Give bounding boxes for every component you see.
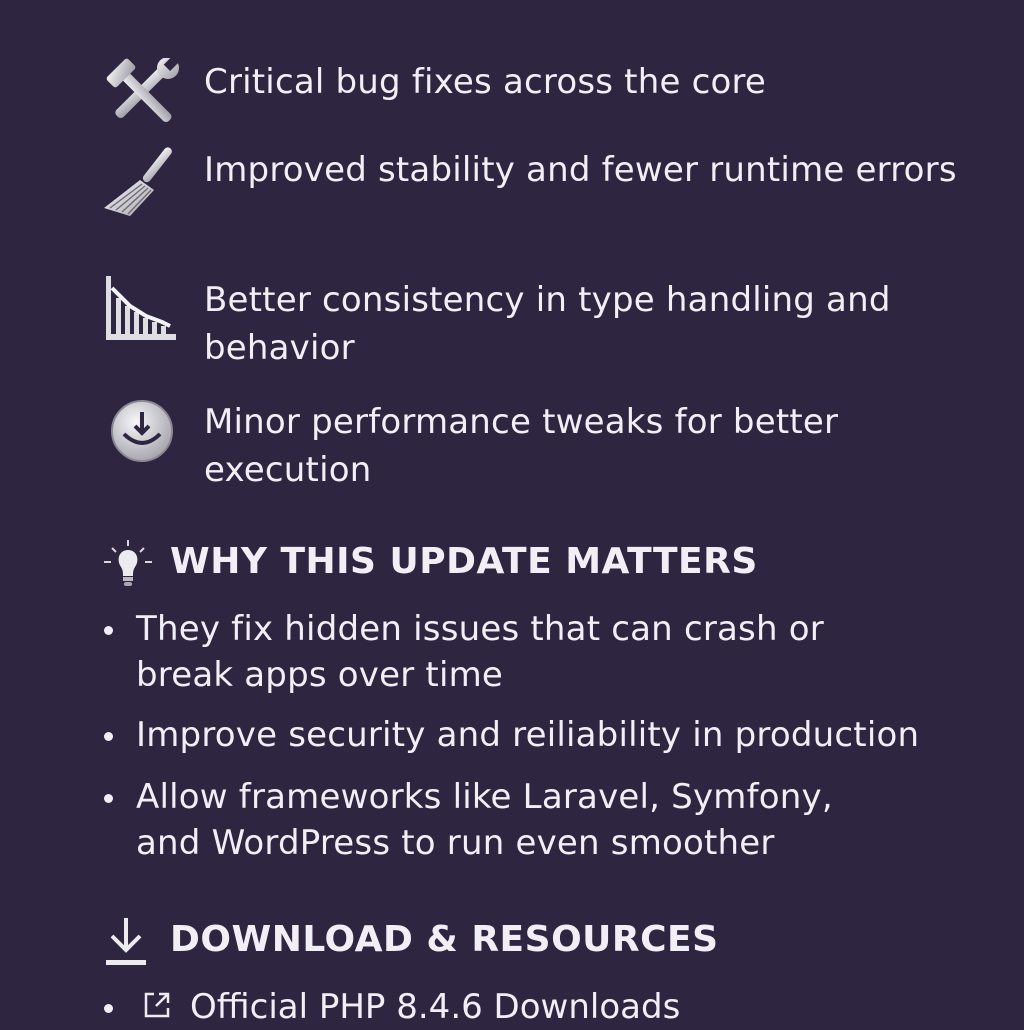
bullet-dot: [104, 626, 113, 635]
download-circle-icon: [100, 398, 184, 478]
bullet-dot: [104, 1004, 113, 1013]
hammer-wrench-icon: [100, 56, 184, 138]
bullet-dot: [104, 794, 113, 803]
resource-link-label[interactable]: Official PHP 8.4.6 Downloads: [190, 984, 680, 1030]
feature-text: Minor performance tweaks for better exec…: [204, 402, 839, 490]
bullet-text: Improve security and reiliability in pro…: [136, 715, 920, 755]
feature-text: Better consistency in type handling and …: [204, 280, 891, 368]
release-notes-page: Critical bug fixes across the core Impro…: [0, 0, 1024, 1027]
bullet-dot: [104, 732, 113, 741]
bullet-text: Allow frameworks like Laravel, Symfony, …: [136, 777, 833, 863]
external-link-icon: [142, 990, 172, 1024]
lightbulb-icon: [102, 540, 156, 594]
feature-text: Improved stability and fewer runtime err…: [204, 150, 957, 190]
declining-chart-icon: [100, 276, 184, 356]
download-arrow-icon: [104, 916, 150, 972]
broom-icon: [100, 146, 184, 226]
section-title: DOWNLOAD & RESOURCES: [170, 919, 719, 960]
feature-text: Critical bug fixes across the core: [204, 62, 767, 102]
resource-link[interactable]: Official PHP 8.4.6 Downloads: [100, 984, 1000, 1030]
section-title: WHY THIS UPDATE MATTERS: [170, 541, 758, 582]
bullet-text: They fix hidden issues that can crash or…: [136, 609, 824, 695]
